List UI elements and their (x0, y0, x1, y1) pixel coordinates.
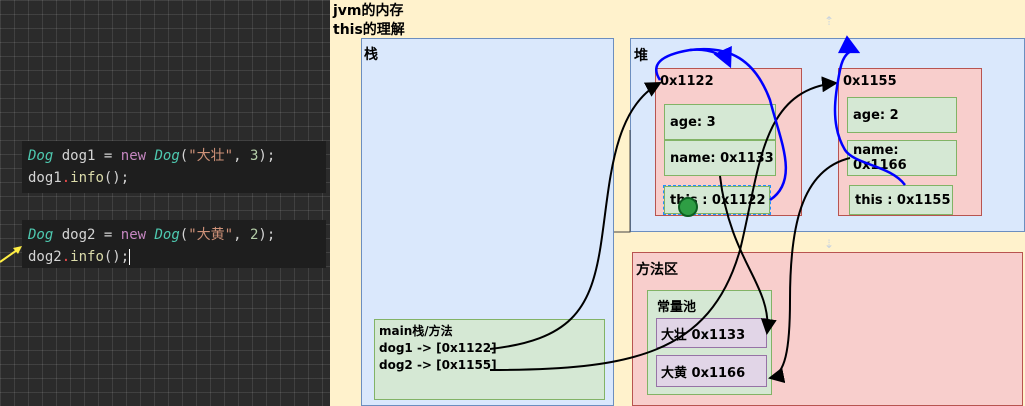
code-block-dog2[interactable]: Dog dog2 = new Dog("大黄", 2); dog2.info()… (22, 220, 326, 268)
main-frame-title: main栈/方法 (379, 324, 453, 338)
code-line-dog1-info: dog1.info(); (28, 170, 130, 186)
code-line-dog1-new: Dog dog1 = new Dog("大壮", 3); (28, 148, 276, 164)
code-block-dog1[interactable]: Dog dog1 = new Dog("大壮", 3); dog1.info()… (22, 141, 326, 193)
main-frame-dog2: dog2 -> [0x1155] (379, 358, 497, 372)
pointer-arrow-icon (0, 246, 22, 263)
diagram-canvas: jvm的内存 this的理解 ⇡ ⇣ 栈 main栈/方法 dog1 -> [0… (330, 0, 1025, 406)
object-address: 0x1155 (843, 74, 897, 89)
method-area-label: 方法区 (636, 262, 678, 278)
field-name[interactable]: name: 0x1133 (664, 140, 776, 176)
code-line-dog2-info: dog2.info(); (28, 249, 131, 265)
pool-item-dahuang[interactable]: 大黄 0x1166 (656, 355, 767, 387)
diagram-subtitle: this的理解 (333, 22, 405, 38)
field-this[interactable]: this : 0x1155 (849, 185, 953, 215)
connection-handle-icon[interactable] (678, 197, 698, 217)
code-editor: Dog dog1 = new Dog("大壮", 3); dog1.info()… (0, 0, 330, 406)
object-address: 0x1122 (660, 74, 714, 89)
code-line-dog2-new: Dog dog2 = new Dog("大黄", 2); (28, 227, 276, 243)
stack-label: 栈 (364, 47, 378, 63)
field-age[interactable]: age: 3 (664, 104, 776, 140)
field-name[interactable]: name: 0x1166 (847, 140, 957, 176)
field-age[interactable]: age: 2 (847, 97, 957, 133)
text-cursor (129, 249, 131, 265)
main-frame-dog1: dog1 -> [0x1122] (379, 341, 497, 355)
stack-heap-bracket (614, 130, 631, 233)
pool-item-dazhuang[interactable]: 大壮 0x1133 (656, 318, 767, 348)
arrow-up-icon: ⇡ (824, 14, 835, 28)
main-stack-frame[interactable]: main栈/方法 dog1 -> [0x1122] dog2 -> [0x115… (374, 319, 605, 400)
arrow-down-icon: ⇣ (824, 237, 835, 251)
constant-pool-label: 常量池 (657, 300, 697, 315)
heap-label: 堆 (634, 48, 648, 64)
diagram-title: jvm的内存 (333, 3, 404, 19)
